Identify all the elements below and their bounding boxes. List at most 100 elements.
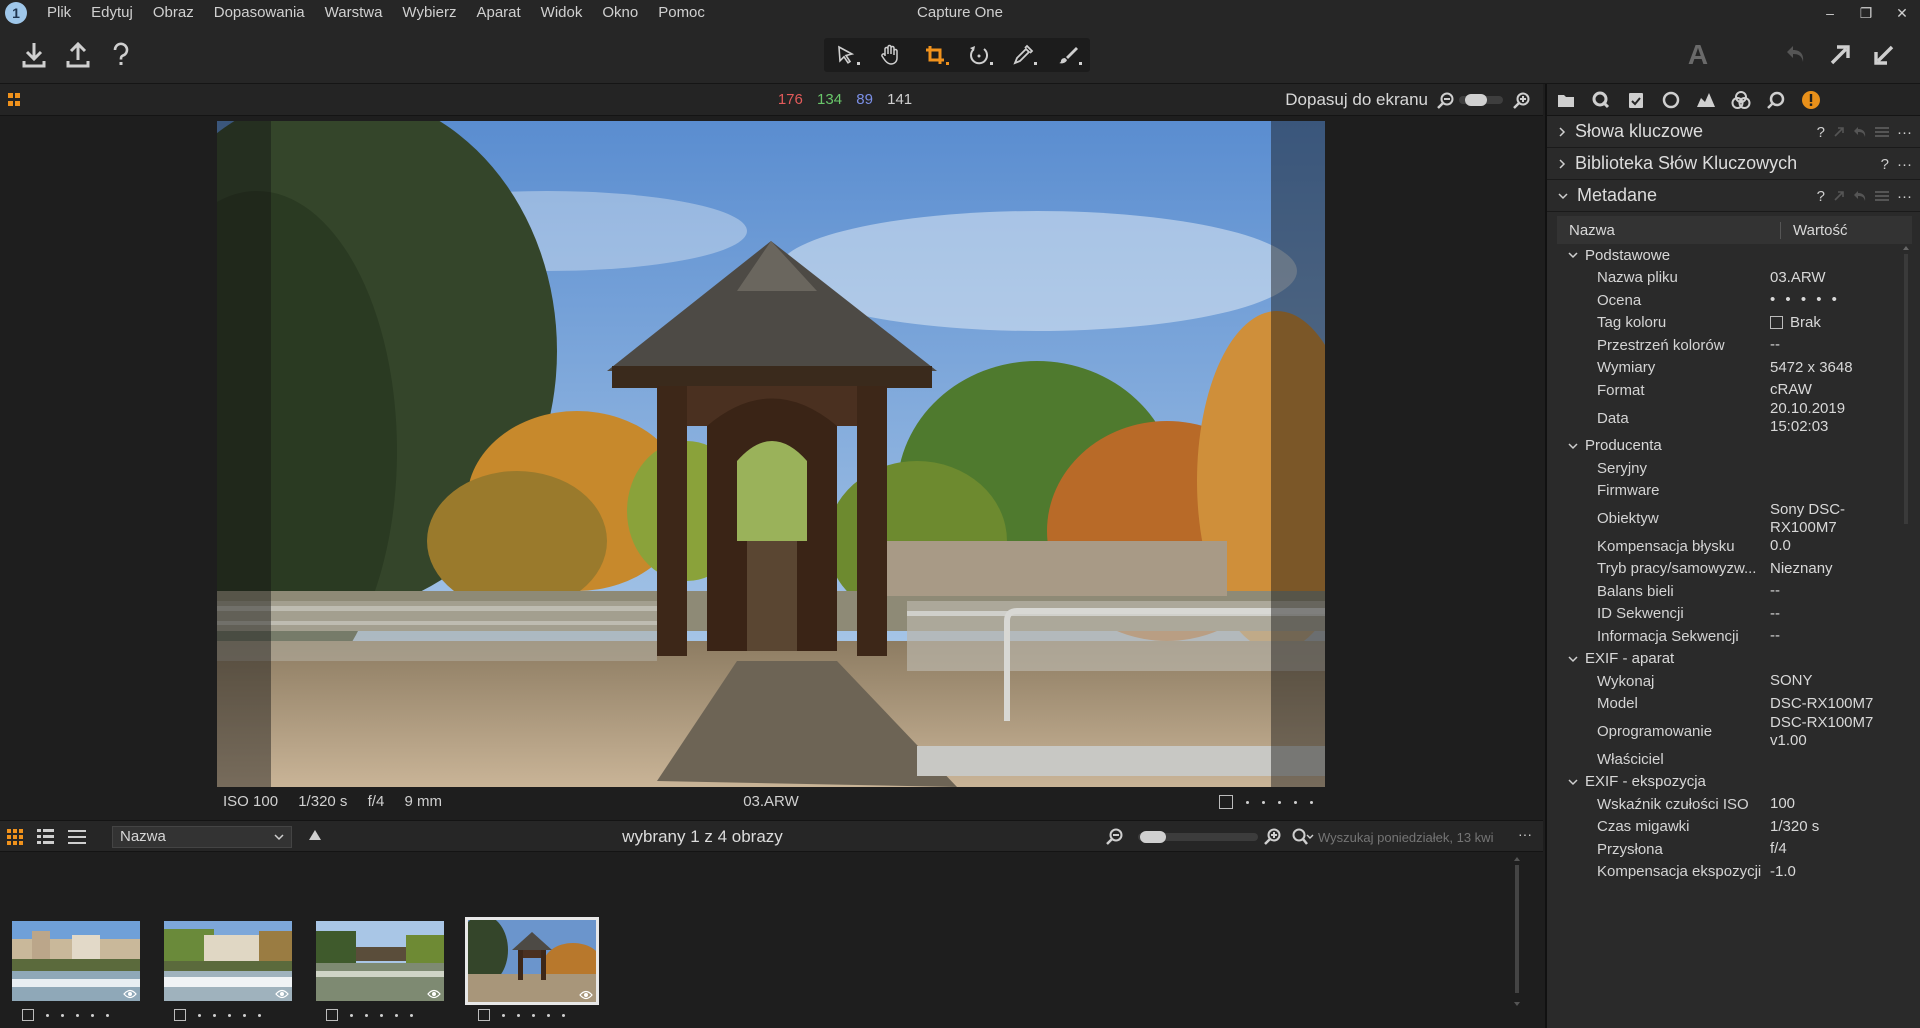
rating-star-4[interactable] [1294,800,1297,804]
tab-color[interactable] [1726,85,1756,115]
zoom-slider[interactable] [1459,94,1503,106]
help-icon[interactable]: ? [1881,156,1889,173]
crop-tool[interactable] [918,38,952,72]
menu-wybierz[interactable]: Wybierz [392,0,466,26]
metadata-value[interactable]: SONY [1770,672,1813,690]
zoom-fit-label[interactable]: Dopasuj do ekranu [1285,84,1428,116]
maximize-button[interactable]: ❐ [1848,0,1884,26]
thumbnail-zoom-out-button[interactable] [1106,828,1124,851]
menu-plik[interactable]: Plik [37,0,81,26]
tab-metadata[interactable] [1796,85,1826,115]
metadata-value[interactable]: 1/320 s [1770,818,1819,836]
rating-star-3[interactable] [1278,800,1281,804]
metadata-group[interactable]: Producenta [1557,435,1912,458]
metadata-value[interactable]: -- [1770,605,1780,623]
process-button[interactable] [1823,38,1857,72]
menu-edytuj[interactable]: Edytuj [81,0,143,26]
thumbnail-slider-handle[interactable] [1140,831,1166,843]
expand-icon[interactable] [1833,126,1845,138]
menu-pomoc[interactable]: Pomoc [648,0,715,26]
color-tag-checkbox[interactable] [1770,315,1783,329]
metadata-value[interactable]: 5472 x 3648 [1770,359,1853,377]
rating-star-5[interactable] [1310,800,1313,804]
help-button[interactable] [104,38,138,72]
more-options-icon[interactable]: ··· [1897,188,1912,205]
brush-tool[interactable] [1051,38,1085,72]
metadata-group[interactable]: EXIF - ekspozycja [1557,771,1912,794]
tab-exposure[interactable] [1691,85,1721,115]
metadata-value[interactable]: Nieznany [1770,560,1833,578]
tab-library[interactable] [1551,85,1581,115]
menu-warstwa[interactable]: Warstwa [315,0,393,26]
browser-more-button[interactable]: ··· [1518,826,1532,842]
close-button[interactable]: ✕ [1884,0,1920,26]
zoom-in-button[interactable] [1513,92,1531,115]
metadata-value[interactable]: -- [1770,627,1780,645]
metadata-scrollbar[interactable] [1902,244,1910,544]
metadata-value[interactable]: f/4 [1770,840,1787,858]
help-icon[interactable]: ? [1817,188,1825,205]
menu-widok[interactable]: Widok [531,0,593,26]
text-tool-button[interactable]: A [1681,38,1715,72]
presets-icon[interactable] [1875,126,1889,138]
more-options-icon[interactable]: ··· [1897,124,1912,141]
thumbnail-3-color-tag[interactable] [326,1009,338,1021]
zoom-slider-handle[interactable] [1465,94,1487,106]
thumbnail-1-color-tag[interactable] [22,1009,34,1021]
filmstrip-scrollbar[interactable] [1513,855,1521,1010]
tab-capture[interactable] [1621,85,1651,115]
metadata-value[interactable]: DSC-RX100M7 v1.00 [1770,714,1873,750]
search-filter-button[interactable] [1292,828,1314,851]
presets-icon[interactable] [1875,190,1889,202]
menu-aparat[interactable]: Aparat [466,0,530,26]
metadata-group[interactable]: Podstawowe [1557,244,1912,267]
thumbnail-zoom-in-button[interactable] [1264,828,1282,851]
menu-obraz[interactable]: Obraz [143,0,204,26]
help-icon[interactable]: ? [1817,124,1825,141]
image-viewer[interactable]: ISO 100 1/320 s f/4 9 mm 03.ARW [0,116,1543,816]
thumbnail-4-color-tag[interactable] [478,1009,490,1021]
thumbnail-2-color-tag[interactable] [174,1009,186,1021]
thumbnail-1[interactable] [9,918,143,1004]
metadata-value[interactable]: • • • • • [1770,291,1840,309]
thumbnail-4-selected[interactable] [465,917,599,1005]
picker-tool[interactable] [1006,38,1040,72]
section-keywords[interactable]: Słowa kluczowe ? ··· [1547,116,1920,148]
menu-dopasowania[interactable]: Dopasowania [204,0,315,26]
rating-star-2[interactable] [1262,800,1265,804]
export-button[interactable] [61,38,95,72]
sync-button[interactable] [1867,38,1901,72]
undo-button[interactable] [1779,38,1813,72]
rating-star-1[interactable] [1246,800,1249,804]
metadata-value[interactable]: 0.0 [1770,537,1791,555]
pan-tool[interactable] [873,38,907,72]
search-input[interactable] [1318,826,1510,848]
metadata-value[interactable]: 20.10.2019 15:02:03 [1770,400,1845,436]
zoom-out-button[interactable] [1437,92,1455,115]
metadata-value[interactable]: -- [1770,336,1780,354]
tab-lens[interactable] [1656,85,1686,115]
metadata-value[interactable]: 03.ARW [1770,269,1826,287]
metadata-value[interactable]: cRAW [1770,381,1812,399]
metadata-value[interactable]: -1.0 [1770,863,1796,881]
expand-icon[interactable] [1833,190,1845,202]
import-button[interactable] [17,38,51,72]
minimize-button[interactable]: – [1812,0,1848,26]
thumbnail-2[interactable] [161,918,295,1004]
tab-quick[interactable] [1586,85,1616,115]
column-value[interactable]: Wartość [1781,222,1847,239]
tab-details[interactable] [1761,85,1791,115]
thumbnail-3[interactable] [313,918,447,1004]
thumbnail-size-slider[interactable] [1138,831,1258,843]
metadata-value[interactable]: 100 [1770,795,1795,813]
select-tool[interactable] [829,38,863,72]
main-photo[interactable] [217,121,1325,787]
reset-icon[interactable] [1853,126,1867,138]
metadata-value[interactable]: Sony DSC- RX100M7 [1770,501,1845,537]
column-name[interactable]: Nazwa [1557,221,1781,239]
section-metadata[interactable]: Metadane ? ··· [1547,180,1920,212]
menu-okno[interactable]: Okno [592,0,648,26]
metadata-value[interactable]: -- [1770,582,1780,600]
color-tag-checkbox[interactable] [1219,795,1233,809]
metadata-group[interactable]: EXIF - aparat [1557,648,1912,671]
